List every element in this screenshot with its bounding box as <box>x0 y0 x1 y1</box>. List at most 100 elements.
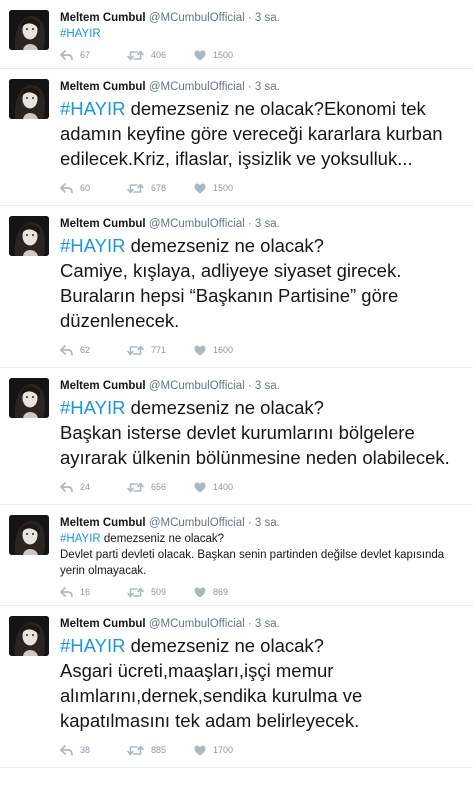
heart-icon <box>194 50 206 60</box>
author-name[interactable]: Meltem Cumbul <box>60 12 146 24</box>
separator-dot: · <box>247 12 252 24</box>
reply-button[interactable]: 38 <box>60 744 127 756</box>
tweet-text: #HAYIR <box>60 26 463 42</box>
retweet-button[interactable]: 771 <box>127 345 194 356</box>
retweet-count: 771 <box>151 345 167 355</box>
tweet-header: Meltem Cumbul @MCumbulOfficial · 3 sa. <box>60 8 463 25</box>
reply-button[interactable]: 67 <box>60 49 127 61</box>
author-handle[interactable]: @MCumbulOfficial <box>149 81 245 93</box>
tweet: Meltem Cumbul @MCumbulOfficial · 3 sa. #… <box>0 606 473 768</box>
separator-dot: · <box>247 618 252 630</box>
hashtag-link[interactable]: #HAYIR <box>60 235 125 256</box>
like-button[interactable]: 1400 <box>194 482 261 493</box>
avatar[interactable] <box>9 515 49 555</box>
tweet-header: Meltem Cumbul @MCumbulOfficial · 3 sa. <box>60 77 463 94</box>
like-count: 869 <box>213 587 229 597</box>
tweet-list: Meltem Cumbul @MCumbulOfficial · 3 sa. #… <box>0 0 473 768</box>
author-name[interactable]: Meltem Cumbul <box>60 218 146 230</box>
author-handle[interactable]: @MCumbulOfficial <box>149 218 245 230</box>
tweet-text: #HAYIR demezseniz ne olacak? Camiye, kışl… <box>60 233 463 333</box>
reply-icon <box>60 49 73 60</box>
retweet-count: 406 <box>151 50 167 60</box>
retweet-button[interactable]: 678 <box>127 183 194 194</box>
tweet-timestamp[interactable]: 3 sa. <box>255 12 280 24</box>
like-count: 1500 <box>213 183 234 193</box>
avatar[interactable] <box>9 216 49 256</box>
like-count: 1400 <box>213 482 234 492</box>
tweet-actions: 16 509 869 <box>60 579 463 605</box>
reply-button[interactable]: 16 <box>60 586 127 598</box>
reply-button[interactable]: 24 <box>60 481 127 493</box>
heart-icon <box>194 587 206 597</box>
tweet-timestamp[interactable]: 3 sa. <box>255 618 280 630</box>
tweet-timestamp[interactable]: 3 sa. <box>255 218 280 230</box>
avatar[interactable] <box>9 616 49 656</box>
retweet-icon <box>127 745 144 755</box>
hashtag-link[interactable]: #HAYIR <box>60 533 101 545</box>
tweet-timestamp[interactable]: 3 sa. <box>255 380 280 392</box>
like-button[interactable]: 1600 <box>194 345 261 356</box>
author-handle[interactable]: @MCumbulOfficial <box>149 618 245 630</box>
author-handle[interactable]: @MCumbulOfficial <box>149 12 245 24</box>
tweet-timestamp[interactable]: 3 sa. <box>255 81 280 93</box>
like-button[interactable]: 1500 <box>194 183 261 194</box>
retweet-icon <box>127 50 144 60</box>
reply-icon <box>60 344 73 355</box>
retweet-count: 885 <box>151 745 167 755</box>
hashtag-link[interactable]: #HAYIR <box>60 28 101 40</box>
tweet: Meltem Cumbul @MCumbulOfficial · 3 sa. #… <box>0 206 473 368</box>
like-button[interactable]: 1700 <box>194 745 261 756</box>
like-button[interactable]: 1500 <box>194 50 261 61</box>
tweet: Meltem Cumbul @MCumbulOfficial · 3 sa. #… <box>0 0 473 69</box>
heart-icon <box>194 745 206 755</box>
retweet-icon <box>127 482 144 492</box>
tweet-actions: 38 885 1700 <box>60 733 463 767</box>
tweet-header: Meltem Cumbul @MCumbulOfficial · 3 sa. <box>60 214 463 231</box>
author-handle[interactable]: @MCumbulOfficial <box>149 380 245 392</box>
reply-count: 24 <box>80 482 91 492</box>
tweet-header: Meltem Cumbul @MCumbulOfficial · 3 sa. <box>60 513 463 530</box>
like-count: 1600 <box>213 345 234 355</box>
reply-icon <box>60 182 73 193</box>
reply-button[interactable]: 60 <box>60 182 127 194</box>
hashtag-link[interactable]: #HAYIR <box>60 98 125 119</box>
separator-dot: · <box>247 218 252 230</box>
reply-count: 38 <box>80 745 91 755</box>
heart-icon <box>194 482 206 492</box>
reply-count: 16 <box>80 587 91 597</box>
tweet-actions: 60 678 1500 <box>60 171 463 205</box>
reply-icon <box>60 744 73 755</box>
tweet-text: #HAYIR demezseniz ne olacak? Başkan ister… <box>60 395 463 470</box>
retweet-icon <box>127 183 144 193</box>
retweet-button[interactable]: 406 <box>127 50 194 61</box>
retweet-button[interactable]: 885 <box>127 745 194 756</box>
avatar[interactable] <box>9 79 49 119</box>
hashtag-link[interactable]: #HAYIR <box>60 397 125 418</box>
reply-count: 62 <box>80 345 91 355</box>
tweet-actions: 62 771 1600 <box>60 333 463 367</box>
retweet-count: 656 <box>151 482 167 492</box>
reply-button[interactable]: 62 <box>60 344 127 356</box>
hashtag-link[interactable]: #HAYIR <box>60 635 125 656</box>
author-handle[interactable]: @MCumbulOfficial <box>149 517 245 529</box>
tweet-actions: 67 406 1500 <box>60 42 463 68</box>
tweet-header: Meltem Cumbul @MCumbulOfficial · 3 sa. <box>60 614 463 631</box>
avatar[interactable] <box>9 378 49 418</box>
author-name[interactable]: Meltem Cumbul <box>60 618 146 630</box>
retweet-icon <box>127 345 144 355</box>
author-name[interactable]: Meltem Cumbul <box>60 517 146 529</box>
retweet-count: 678 <box>151 183 167 193</box>
tweet-text: #HAYIR demezseniz ne olacak? Devlet parti… <box>60 531 463 579</box>
like-button[interactable]: 869 <box>194 587 261 598</box>
avatar[interactable] <box>9 10 49 50</box>
tweet: Meltem Cumbul @MCumbulOfficial · 3 sa. #… <box>0 69 473 206</box>
retweet-button[interactable]: 509 <box>127 587 194 598</box>
tweet-timestamp[interactable]: 3 sa. <box>255 517 280 529</box>
retweet-count: 509 <box>151 587 167 597</box>
author-name[interactable]: Meltem Cumbul <box>60 380 146 392</box>
tweet-actions: 24 656 1400 <box>60 470 463 504</box>
retweet-button[interactable]: 656 <box>127 482 194 493</box>
separator-dot: · <box>247 517 252 529</box>
author-name[interactable]: Meltem Cumbul <box>60 81 146 93</box>
reply-icon <box>60 586 73 597</box>
